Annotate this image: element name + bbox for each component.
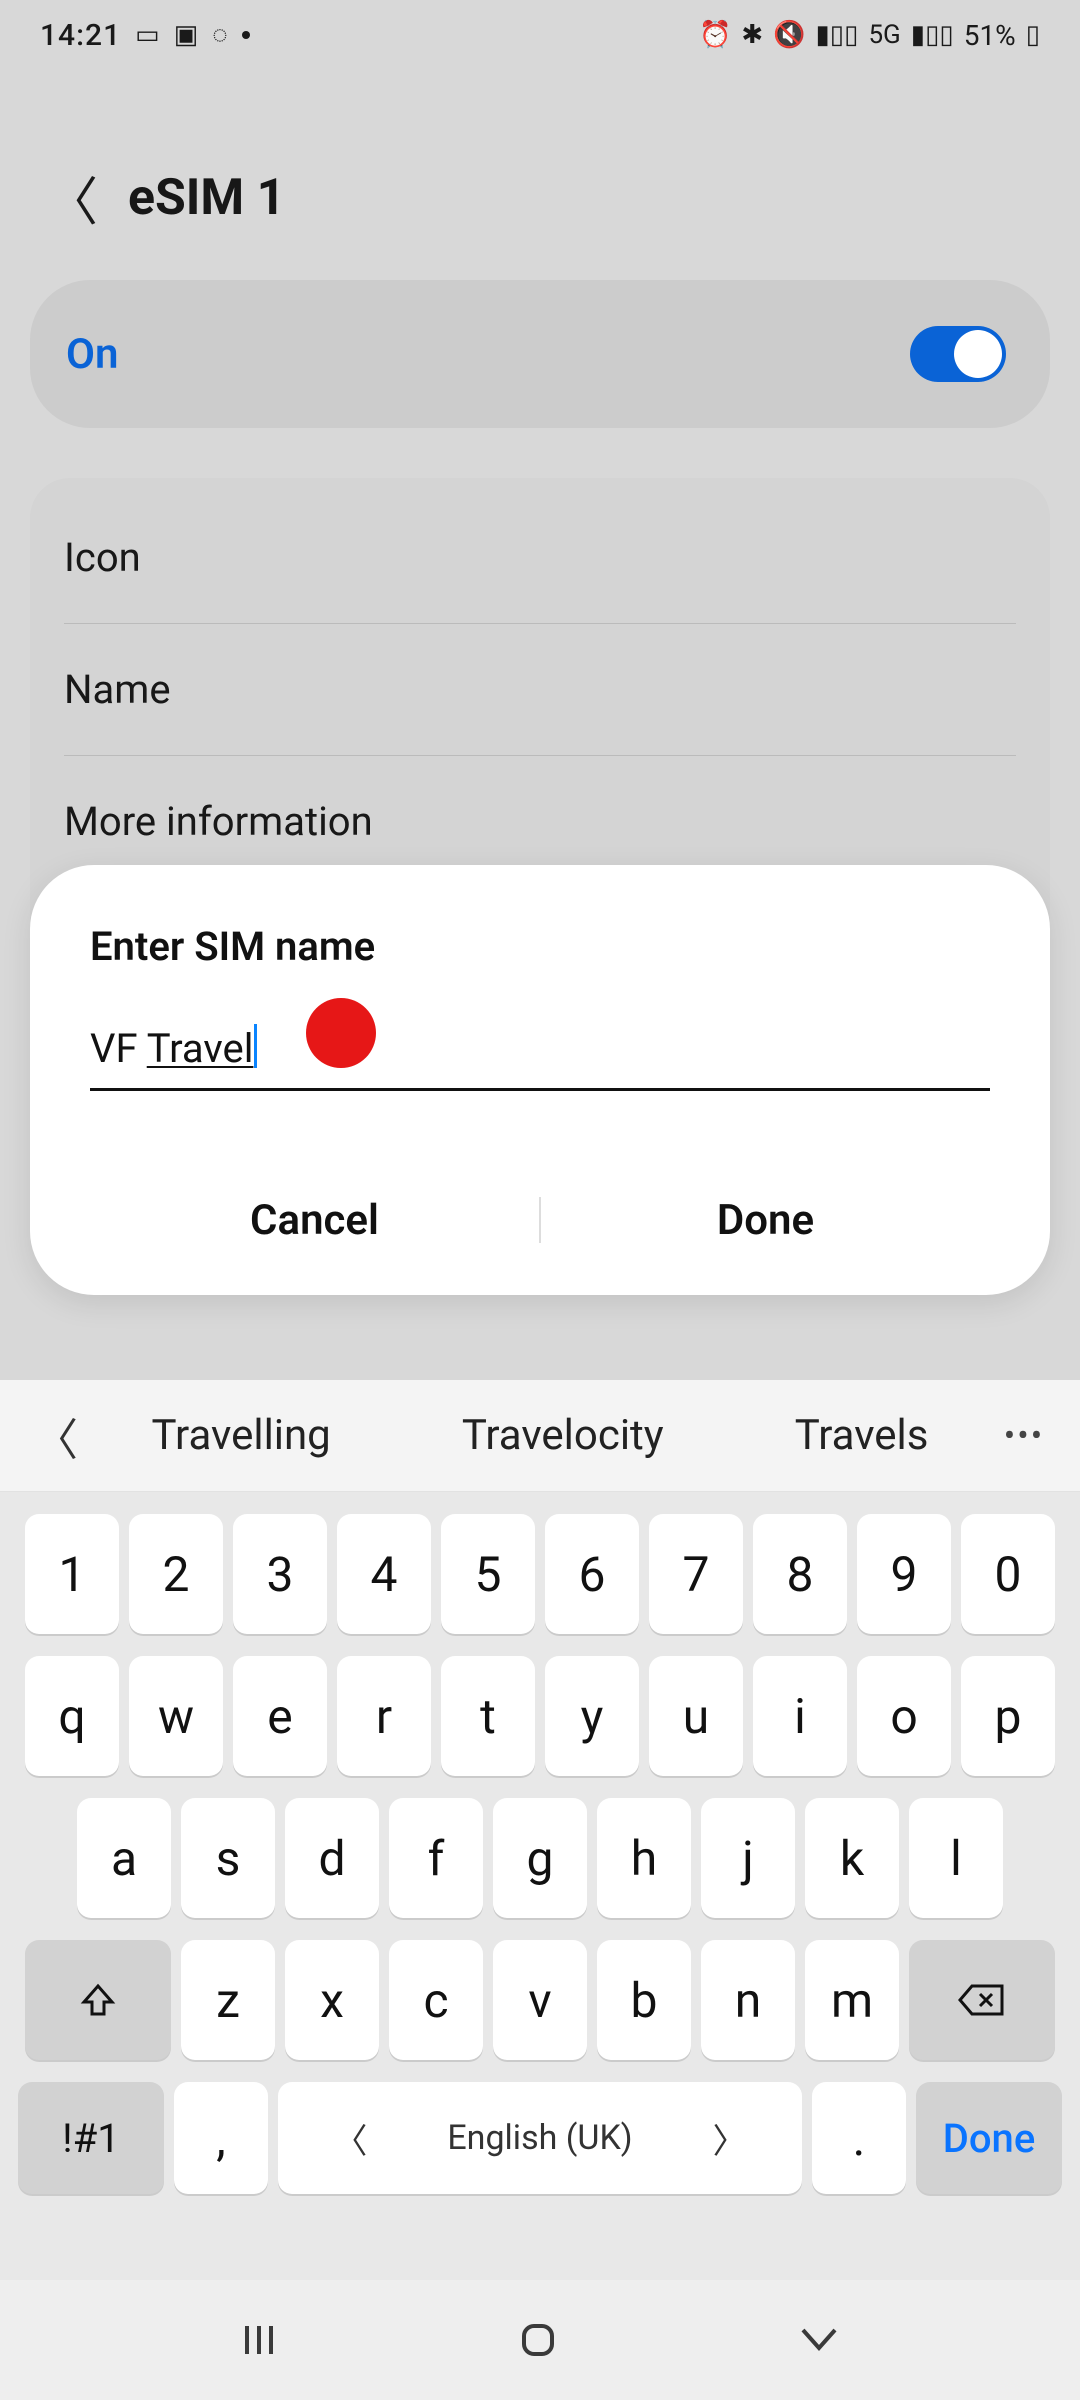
key-w[interactable]: w <box>129 1656 223 1776</box>
key-j[interactable]: j <box>701 1798 795 1918</box>
key-4[interactable]: 4 <box>337 1514 431 1634</box>
key-i[interactable]: i <box>753 1656 847 1776</box>
key-3[interactable]: 3 <box>233 1514 327 1634</box>
key-done[interactable]: Done <box>916 2082 1062 2194</box>
dialog-title: Enter SIM name <box>90 923 990 970</box>
key-period[interactable]: . <box>812 2082 906 2194</box>
signal2-icon: ▮▯▯ <box>911 22 954 48</box>
page-title: eSIM 1 <box>128 169 285 227</box>
key-s[interactable]: s <box>181 1798 275 1918</box>
key-y[interactable]: y <box>545 1656 639 1776</box>
keyboard: 1 2 3 4 5 6 7 8 9 0 q w e r t y u i o p … <box>0 1492 1080 2280</box>
input-text-prefix: VF <box>90 1025 147 1072</box>
navigation-bar <box>0 2280 1080 2400</box>
key-comma[interactable]: , <box>174 2082 268 2194</box>
key-5[interactable]: 5 <box>441 1514 535 1634</box>
whatsapp-icon: ◌ <box>212 22 227 48</box>
key-shift[interactable] <box>25 1940 171 2060</box>
touch-indicator-icon <box>306 998 376 1068</box>
key-b[interactable]: b <box>597 1940 691 2060</box>
key-g[interactable]: g <box>493 1798 587 1918</box>
key-c[interactable]: c <box>389 1940 483 2060</box>
key-8[interactable]: 8 <box>753 1514 847 1634</box>
key-m[interactable]: m <box>805 1940 899 2060</box>
space-language-label: English (UK) <box>447 2118 632 2158</box>
key-h[interactable]: h <box>597 1798 691 1918</box>
text-cursor <box>254 1024 257 1068</box>
key-symbols[interactable]: !#1 <box>18 2082 164 2194</box>
key-f[interactable]: f <box>389 1798 483 1918</box>
video-icon: ▭ <box>135 22 160 48</box>
key-9[interactable]: 9 <box>857 1514 951 1634</box>
key-0[interactable]: 0 <box>961 1514 1055 1634</box>
more-notifications-icon <box>242 31 250 39</box>
key-space[interactable]: 〈 English (UK) 〉 <box>278 2082 802 2194</box>
key-2[interactable]: 2 <box>129 1514 223 1634</box>
mute-icon: 🔇 <box>773 22 805 48</box>
key-q[interactable]: q <box>25 1656 119 1776</box>
done-button[interactable]: Done <box>541 1196 990 1245</box>
list-item-name[interactable]: Name <box>30 624 1050 755</box>
chevron-right-icon: 〉 <box>713 2114 747 2163</box>
nav-home-icon[interactable] <box>516 2318 560 2362</box>
keyboard-suggestion-bar: 〈 Travelling Travelocity Travels ••• <box>0 1380 1080 1492</box>
5g-icon: 5G <box>868 22 900 48</box>
key-x[interactable]: x <box>285 1940 379 2060</box>
key-n[interactable]: n <box>701 1940 795 2060</box>
sim-enable-row[interactable]: On <box>30 280 1050 428</box>
cancel-button[interactable]: Cancel <box>90 1196 539 1245</box>
backspace-icon <box>958 1982 1006 2018</box>
key-6[interactable]: 6 <box>545 1514 639 1634</box>
key-7[interactable]: 7 <box>649 1514 743 1634</box>
battery-text: 51% <box>964 19 1016 52</box>
bluetooth-icon: ✱ <box>741 22 763 48</box>
image-icon: ▣ <box>174 22 199 48</box>
key-o[interactable]: o <box>857 1656 951 1776</box>
nav-back-icon[interactable] <box>795 2318 843 2362</box>
suggestion-1[interactable]: Travelling <box>152 1411 331 1460</box>
key-p[interactable]: p <box>961 1656 1055 1776</box>
chevron-left-icon: 〈 <box>333 2114 367 2163</box>
key-r[interactable]: r <box>337 1656 431 1776</box>
sim-name-input[interactable]: VF Travel <box>90 1024 990 1091</box>
status-time: 14:21 <box>40 18 121 53</box>
page-header: 〈 eSIM 1 <box>0 160 1080 235</box>
suggestion-3[interactable]: Travels <box>795 1411 929 1460</box>
list-item-icon[interactable]: Icon <box>30 492 1050 623</box>
back-icon[interactable]: 〈 <box>46 160 98 235</box>
suggestion-more-icon[interactable]: ••• <box>994 1416 1054 1456</box>
nav-recent-icon[interactable] <box>237 2318 281 2362</box>
key-k[interactable]: k <box>805 1798 899 1918</box>
suggestion-2[interactable]: Travelocity <box>462 1411 664 1460</box>
shift-icon <box>78 1980 118 2020</box>
suggestion-back-icon[interactable]: 〈 <box>26 1404 86 1468</box>
key-u[interactable]: u <box>649 1656 743 1776</box>
battery-icon: ▯ <box>1026 22 1040 48</box>
key-t[interactable]: t <box>441 1656 535 1776</box>
signal-icon: ▮▯▯ <box>816 22 859 48</box>
key-d[interactable]: d <box>285 1798 379 1918</box>
key-z[interactable]: z <box>181 1940 275 2060</box>
alarm-icon: ⏰ <box>699 22 731 48</box>
key-1[interactable]: 1 <box>25 1514 119 1634</box>
key-a[interactable]: a <box>77 1798 171 1918</box>
key-e[interactable]: e <box>233 1656 327 1776</box>
key-backspace[interactable] <box>909 1940 1055 2060</box>
sim-toggle[interactable] <box>910 326 1006 382</box>
status-bar: 14:21 ▭ ▣ ◌ ⏰ ✱ 🔇 ▮▯▯ 5G ▮▯▯ 51% ▯ <box>0 0 1080 70</box>
key-v[interactable]: v <box>493 1940 587 2060</box>
sim-enable-label: On <box>66 330 118 379</box>
rename-dialog: Enter SIM name VF Travel Cancel Done <box>30 865 1050 1295</box>
input-text-underlined: Travel <box>147 1025 254 1072</box>
key-l[interactable]: l <box>909 1798 1003 1918</box>
